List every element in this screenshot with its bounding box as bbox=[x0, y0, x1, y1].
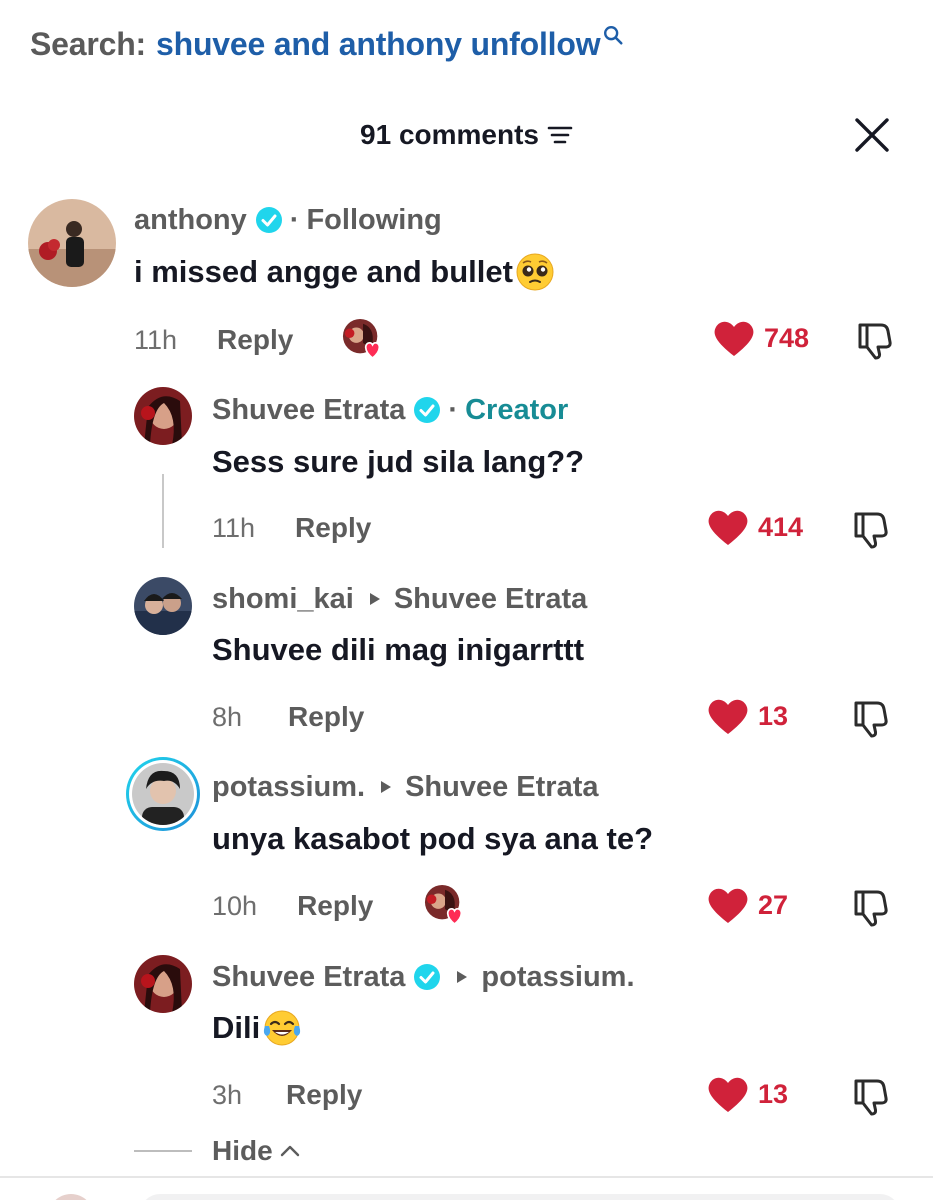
like-button[interactable]: 27 bbox=[706, 885, 788, 925]
reply-arrow-icon bbox=[369, 593, 380, 605]
search-icon[interactable] bbox=[602, 24, 624, 46]
timestamp: 10h bbox=[212, 890, 258, 921]
comments-header: 91 comments bbox=[0, 110, 933, 160]
username[interactable]: potassium. bbox=[212, 771, 365, 804]
comment-text: unya kasabot pod sya ana te? bbox=[212, 821, 654, 856]
dislike-icon[interactable] bbox=[850, 1076, 890, 1116]
comment-text: Dili bbox=[212, 1010, 261, 1045]
thread-line bbox=[162, 474, 164, 548]
like-count: 13 bbox=[758, 700, 789, 731]
comment-text-row: Dili bbox=[212, 1006, 302, 1050]
pleading-face-emoji-icon bbox=[516, 253, 554, 291]
comment-header: shomi_kai Shuvee Etrata bbox=[212, 579, 587, 619]
like-button[interactable]: 13 bbox=[706, 1074, 788, 1114]
timestamp: 3h bbox=[212, 1079, 243, 1110]
verified-badge-icon bbox=[414, 397, 441, 423]
like-count: 13 bbox=[758, 1078, 789, 1109]
avatar[interactable] bbox=[134, 577, 192, 635]
heart-icon[interactable] bbox=[712, 318, 756, 358]
reply-button[interactable]: Reply bbox=[288, 701, 364, 733]
chevron-up-icon[interactable] bbox=[279, 1144, 301, 1158]
heart-icon[interactable] bbox=[706, 507, 750, 547]
avatar-with-story-ring[interactable] bbox=[124, 755, 202, 833]
tears-of-joy-emoji-icon bbox=[264, 1010, 301, 1046]
heart-icon[interactable] bbox=[706, 885, 750, 925]
timestamp: 11h bbox=[134, 324, 178, 355]
hide-replies-button[interactable]: Hide bbox=[212, 1135, 273, 1167]
comment-meta: 10h Reply bbox=[212, 886, 373, 926]
comment-header: potassium. Shuvee Etrata bbox=[212, 767, 599, 807]
composer-avatar bbox=[48, 1194, 94, 1200]
username[interactable]: shomi_kai bbox=[212, 583, 354, 616]
dislike-icon[interactable] bbox=[850, 509, 890, 549]
comment-text-row: Shuvee dili mag inigarrttt bbox=[212, 628, 584, 672]
comment-header: Shuvee Etrata · Creator bbox=[212, 390, 568, 430]
comment-text: i missed angge and bullet bbox=[134, 254, 513, 289]
dislike-icon[interactable] bbox=[850, 887, 890, 927]
reply-to-username[interactable]: potassium. bbox=[481, 961, 634, 994]
dislike-icon[interactable] bbox=[854, 320, 894, 360]
comment-text-row: i missed angge and bullet bbox=[134, 250, 555, 294]
avatar[interactable] bbox=[28, 199, 116, 287]
hide-replies-row[interactable]: Hide bbox=[134, 1135, 301, 1167]
comment-header: Shuvee Etrata potassium. bbox=[212, 957, 635, 997]
reply-to-username[interactable]: Shuvee Etrata bbox=[394, 583, 587, 616]
like-button[interactable]: 748 bbox=[712, 318, 809, 358]
verified-badge-icon bbox=[255, 207, 282, 233]
liked-by-creator-icon bbox=[424, 884, 463, 926]
creator-tag: Creator bbox=[465, 393, 569, 426]
search-bar[interactable]: Search: shuvee and anthony unfollow bbox=[30, 22, 624, 66]
comment-text: Sess sure jud sila lang?? bbox=[212, 444, 585, 479]
verified-badge-icon bbox=[414, 964, 441, 990]
comments-count-title: 91 comments bbox=[360, 119, 539, 150]
heart-icon[interactable] bbox=[706, 1074, 750, 1114]
hide-divider-line bbox=[134, 1150, 192, 1152]
reply-button[interactable]: Reply bbox=[297, 890, 373, 922]
comment-header: anthony · Following bbox=[134, 200, 442, 240]
composer-divider bbox=[0, 1176, 933, 1178]
reply-arrow-icon bbox=[381, 781, 392, 793]
like-count: 27 bbox=[758, 889, 789, 920]
search-prefix: Search: bbox=[30, 25, 146, 62]
close-icon[interactable] bbox=[853, 116, 891, 154]
reply-to-username[interactable]: Shuvee Etrata bbox=[405, 771, 598, 804]
tag-separator: · bbox=[448, 393, 459, 426]
search-query[interactable]: shuvee and anthony unfollow bbox=[156, 26, 601, 63]
username[interactable]: Shuvee Etrata bbox=[212, 961, 405, 994]
liked-by-creator-icon bbox=[342, 318, 381, 360]
username[interactable]: Shuvee Etrata bbox=[212, 394, 405, 427]
comment-meta: 11h Reply bbox=[134, 320, 293, 360]
comment-text: Shuvee dili mag inigarrttt bbox=[212, 632, 585, 667]
reply-button[interactable]: Reply bbox=[286, 1079, 362, 1111]
reply-arrow-icon bbox=[457, 971, 468, 983]
avatar[interactable] bbox=[134, 955, 192, 1013]
timestamp: 8h bbox=[212, 701, 243, 732]
username[interactable]: anthony bbox=[134, 204, 247, 237]
comment-meta: 8h Reply bbox=[212, 697, 364, 737]
reply-button[interactable]: Reply bbox=[295, 512, 371, 544]
like-button[interactable]: 13 bbox=[706, 696, 788, 736]
reply-button[interactable]: Reply bbox=[217, 324, 293, 356]
avatar[interactable] bbox=[134, 387, 192, 445]
comment-meta: 11h Reply bbox=[212, 508, 371, 548]
comment-text-row: Sess sure jud sila lang?? bbox=[212, 440, 584, 484]
dislike-icon[interactable] bbox=[850, 698, 890, 738]
comment-meta: 3h Reply bbox=[212, 1075, 362, 1115]
heart-icon[interactable] bbox=[706, 696, 750, 736]
tag-separator: · bbox=[289, 203, 300, 236]
like-count: 748 bbox=[764, 322, 810, 353]
comment-input[interactable] bbox=[140, 1194, 900, 1200]
like-button[interactable]: 414 bbox=[706, 507, 803, 547]
following-tag: Following bbox=[306, 203, 442, 236]
like-count: 414 bbox=[758, 511, 804, 542]
comment-text-row: unya kasabot pod sya ana te? bbox=[212, 817, 653, 861]
sort-filter-icon[interactable] bbox=[547, 124, 573, 146]
timestamp: 11h bbox=[212, 512, 256, 543]
